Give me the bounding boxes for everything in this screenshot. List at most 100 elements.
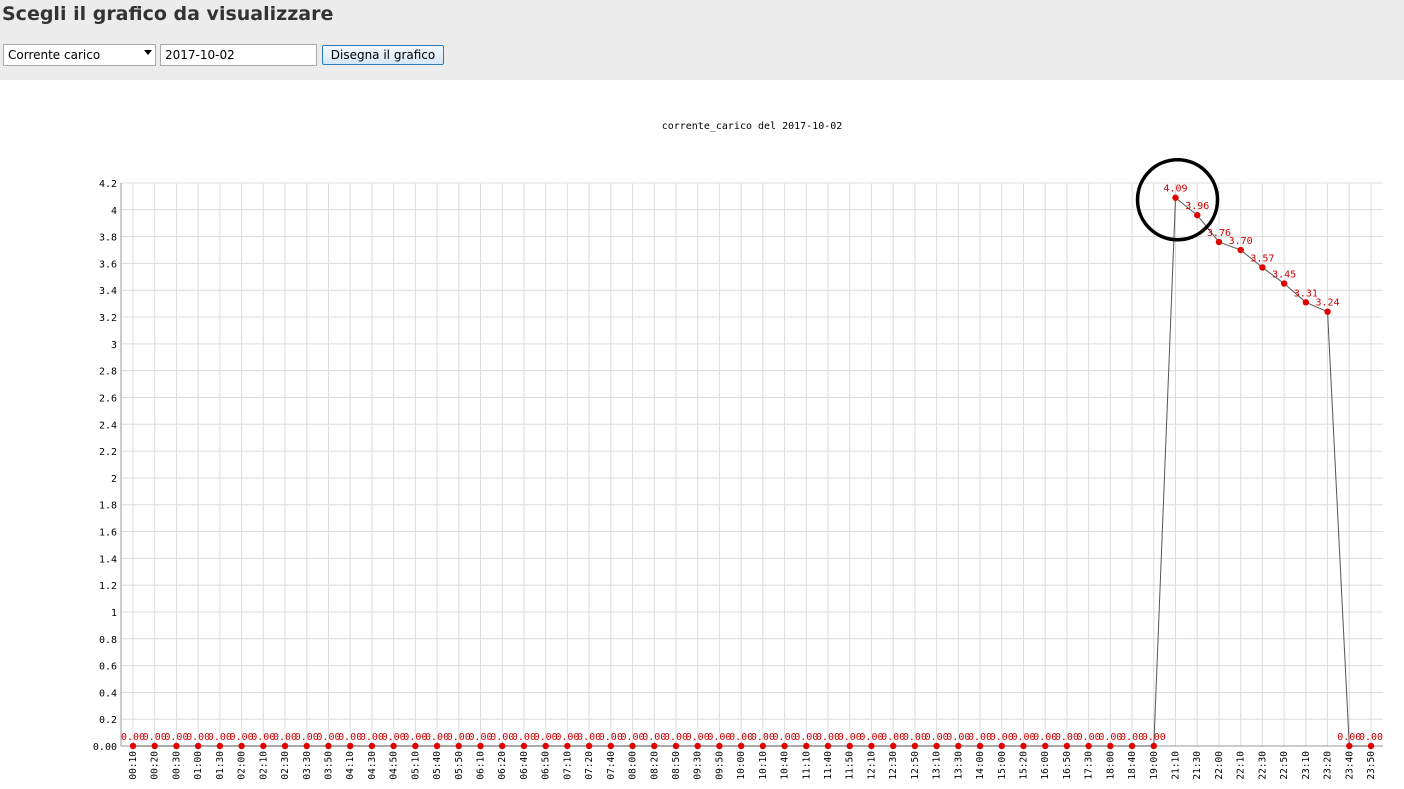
data-point (607, 742, 615, 750)
y-tick-label: 2.2 (99, 447, 117, 458)
x-tick-label: 16:50 (1062, 751, 1073, 780)
y-tick-label: 4.2 (99, 179, 117, 190)
metric-select[interactable]: Corrente carico (3, 44, 156, 66)
data-point (303, 742, 310, 750)
data-label: 0.00 (707, 732, 731, 743)
data-point (194, 742, 202, 750)
y-tick-label: 0.6 (99, 662, 117, 673)
chart-grid (121, 182, 1383, 747)
x-tick-label: 06:50 (541, 751, 552, 780)
x-tick-label: 16:00 (1040, 751, 1051, 780)
x-tick-label: 22:30 (1257, 751, 1268, 780)
data-label: 0.00 (143, 732, 167, 743)
data-label: 0.00 (816, 732, 840, 743)
y-tick-label: 1.8 (99, 501, 117, 512)
x-tick-label: 11:40 (823, 751, 834, 780)
y-tick-label: 1.4 (99, 554, 117, 565)
data-label: 0.00 (859, 732, 883, 743)
x-tick-label: 04:50 (389, 751, 400, 780)
chart-title: corrente_carico del 2017-10-02 (662, 121, 843, 132)
data-point (585, 742, 593, 750)
x-tick-label: 09:30 (693, 751, 704, 780)
data-label: 0.00 (121, 732, 145, 743)
y-tick-label: 3.2 (99, 313, 117, 324)
x-tick-label: 04:30 (367, 751, 378, 780)
data-label: 0.00 (512, 732, 536, 743)
data-label: 0.00 (230, 732, 254, 743)
data-label: 0.00 (664, 732, 688, 743)
data-point (455, 742, 462, 750)
x-tick-label: 08:50 (671, 751, 682, 780)
date-input[interactable] (160, 44, 317, 66)
x-tick-label: 03:30 (302, 751, 313, 780)
x-tick-label: 10:00 (736, 751, 747, 780)
x-tick-label: 09:50 (714, 751, 725, 780)
x-tick-label: 15:20 (1018, 751, 1029, 780)
x-tick-label: 22:10 (1236, 751, 1247, 780)
data-point (260, 742, 267, 750)
x-tick-label: 17:30 (1084, 751, 1095, 780)
data-point (542, 742, 549, 750)
data-point (759, 742, 767, 750)
data-point (1107, 742, 1114, 750)
x-tick-label: 23:10 (1301, 751, 1312, 780)
data-label: 0.00 (1077, 732, 1101, 743)
data-label: 0.00 (903, 732, 927, 743)
data-point (846, 742, 853, 750)
x-tick-label: 01:00 (193, 751, 204, 780)
x-tick-label: 19:00 (1149, 751, 1160, 780)
data-point (325, 742, 332, 750)
chart-series: 0.000.000.000.000.000.000.000.000.000.00… (121, 184, 1383, 750)
data-point (998, 742, 1005, 750)
page-title: Scegli il grafico da visualizzare (2, 3, 334, 25)
data-label: 0.00 (208, 732, 232, 743)
x-tick-label: 18:40 (1127, 751, 1138, 780)
x-tick-label: 06:20 (497, 751, 508, 780)
data-label: 0.00 (925, 732, 949, 743)
data-label: 3.96 (1185, 201, 1209, 212)
data-label: 0.00 (447, 732, 471, 743)
draw-chart-button[interactable]: Disegna il grafico (322, 45, 444, 65)
data-point (1237, 246, 1244, 254)
data-point (281, 742, 289, 750)
chevron-down-icon (144, 50, 152, 55)
y-tick-label: 1 (111, 608, 117, 619)
data-label: 0.00 (686, 732, 710, 743)
data-label: 0.00 (403, 732, 427, 743)
data-label: 0.00 (751, 732, 775, 743)
x-tick-label: 06:40 (519, 751, 530, 780)
x-tick-label: 08:20 (649, 751, 660, 780)
data-point (129, 742, 137, 750)
data-label: 0.00 (1120, 732, 1144, 743)
data-label: 0.00 (794, 732, 818, 743)
y-tick-label: 0.2 (99, 715, 117, 726)
data-label: 0.00 (577, 732, 601, 743)
x-tick-label: 02:30 (280, 751, 291, 780)
data-label: 0.00 (1055, 732, 1079, 743)
data-label: 0.00 (360, 732, 384, 743)
data-point (1172, 194, 1179, 201)
data-point (1324, 308, 1331, 315)
x-tick-label: 07:40 (606, 751, 617, 780)
data-point (1280, 280, 1288, 287)
data-label: 0.00 (1011, 732, 1035, 743)
data-label: 0.00 (642, 732, 666, 743)
x-tick-label: 11:10 (801, 751, 812, 780)
data-point (216, 742, 224, 750)
data-point (803, 742, 810, 750)
data-label: 3.45 (1272, 270, 1296, 281)
data-label: 0.00 (773, 732, 797, 743)
x-tick-label: 12:30 (888, 751, 899, 780)
data-point (933, 742, 940, 750)
x-tick-label: 18:00 (1105, 751, 1116, 780)
y-tick-label: 3.6 (99, 259, 117, 270)
data-label: 3.76 (1207, 228, 1231, 239)
data-point (520, 742, 528, 750)
data-label: 0.00 (946, 732, 970, 743)
x-tick-label: 22:00 (1214, 751, 1225, 780)
data-point (976, 742, 984, 750)
data-label: 0.00 (620, 732, 644, 743)
y-tick-label: 2 (111, 474, 117, 485)
x-tick-label: 21:10 (1171, 751, 1182, 780)
data-label: 0.00 (251, 732, 275, 743)
